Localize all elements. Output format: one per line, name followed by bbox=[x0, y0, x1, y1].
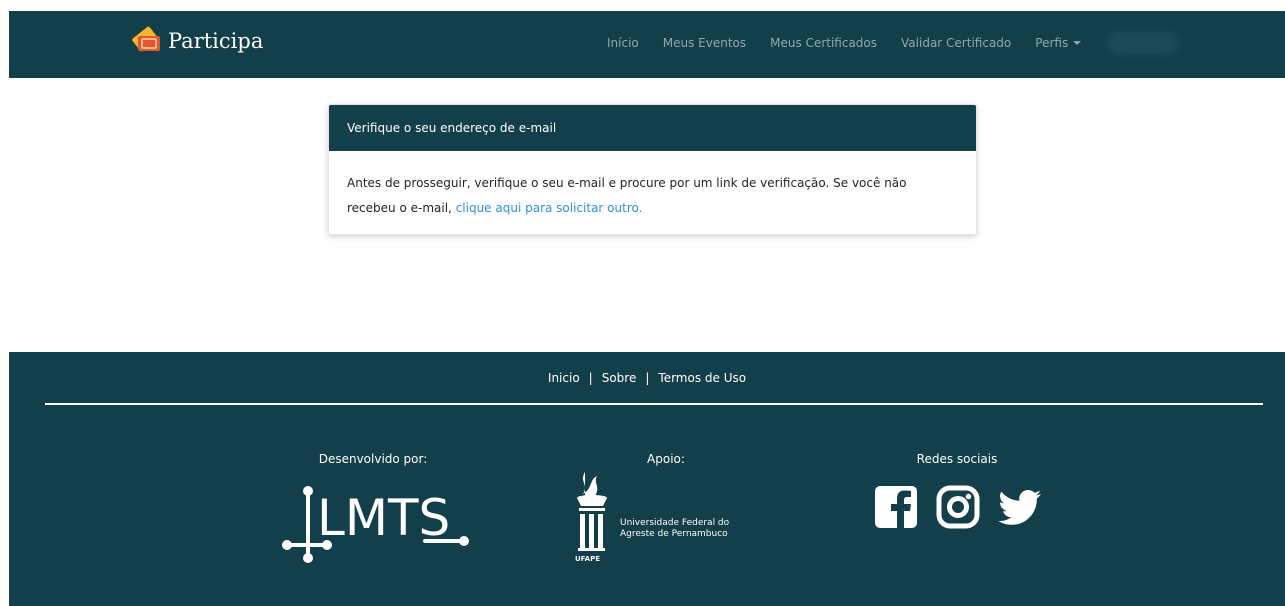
social-links bbox=[873, 484, 1043, 530]
footer-link-sobre[interactable]: Sobre bbox=[602, 371, 637, 385]
ufape-name-line1: Universidade Federal do bbox=[620, 518, 730, 528]
footer-divider bbox=[45, 403, 1263, 405]
lmts-logo-text: LMTS bbox=[317, 489, 450, 547]
instagram-icon[interactable] bbox=[935, 484, 981, 530]
participa-logo-icon bbox=[132, 26, 160, 52]
brand[interactable]: Participa bbox=[130, 24, 263, 58]
ufape-name: Universidade Federal do Agreste de Perna… bbox=[620, 518, 729, 540]
page: Participa Início Meus Eventos Meus Certi… bbox=[9, 11, 1285, 606]
ufape-torch-icon: UFAPE bbox=[575, 472, 607, 563]
footer: Inicio | Sobre | Termos de Uso Desenvolvido … bbox=[9, 352, 1285, 606]
nav-meus-eventos[interactable]: Meus Eventos bbox=[663, 36, 746, 50]
social-title: Redes sociais bbox=[916, 452, 998, 466]
nav-validar-certificado[interactable]: Validar Certificado bbox=[901, 36, 1011, 50]
footer-link-inicio[interactable]: Inicio bbox=[548, 371, 580, 385]
footer-links: Inicio | Sobre | Termos de Uso bbox=[9, 371, 1285, 385]
lmts-logo-icon[interactable]: LMTS bbox=[277, 483, 472, 563]
nav-perfis-dropdown[interactable]: Perfis bbox=[1035, 36, 1082, 50]
ufape-name-line2: Agreste de Pernambuco bbox=[620, 529, 728, 539]
nav-perfis-label: Perfis bbox=[1035, 36, 1069, 50]
navbar: Participa Início Meus Eventos Meus Certi… bbox=[9, 11, 1285, 78]
user-menu-blurred[interactable] bbox=[1107, 31, 1179, 55]
main-nav: Início Meus Eventos Meus Certificados Va… bbox=[607, 36, 1105, 50]
resend-verification-link[interactable]: clique aqui para solicitar outro. bbox=[456, 201, 643, 215]
card-title: Verifique o seu endereço de e-mail bbox=[329, 105, 976, 151]
facebook-icon[interactable] bbox=[873, 484, 919, 530]
nav-meus-certificados[interactable]: Meus Certificados bbox=[770, 36, 877, 50]
support-title: Apoio: bbox=[647, 452, 685, 466]
nav-inicio[interactable]: Início bbox=[607, 36, 639, 50]
brand-name: Participa bbox=[168, 29, 264, 53]
ufape-logo[interactable]: UFAPE Universidade Federal do Agreste de… bbox=[567, 468, 757, 564]
footer-link-termos[interactable]: Termos de Uso bbox=[658, 371, 746, 385]
footer-separator: | bbox=[645, 371, 650, 385]
developed-by-title: Desenvolvido por: bbox=[318, 452, 428, 466]
ufape-abbrev: UFAPE bbox=[575, 555, 600, 563]
caret-down-icon bbox=[1073, 41, 1082, 45]
verify-email-card: Verifique o seu endereço de e-mail Antes… bbox=[328, 104, 977, 235]
card-body: Antes de prosseguir, verifique o seu e-m… bbox=[329, 151, 976, 234]
footer-separator: | bbox=[588, 371, 593, 385]
twitter-icon[interactable] bbox=[997, 484, 1043, 530]
